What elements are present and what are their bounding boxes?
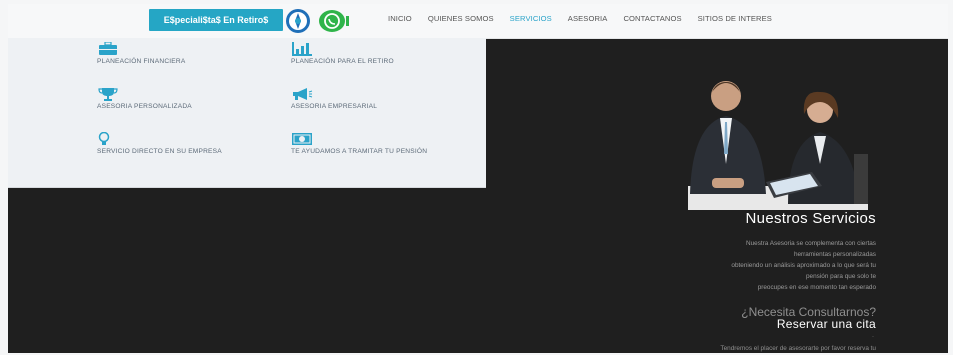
briefcase-icon xyxy=(99,42,117,55)
lightbulb-icon xyxy=(98,132,110,145)
menu-item-label: ASESORIA PERSONALIZADA xyxy=(97,103,192,110)
megaphone-icon xyxy=(293,88,313,100)
nav-quienes-somos[interactable]: QUIENES SOMOS xyxy=(428,4,494,38)
menu-item-label: SERVICIO DIRECTO EN SU EMPRESA xyxy=(97,148,222,155)
description-line: obteniendo un análisis aproximado a lo q… xyxy=(731,262,876,269)
trophy-icon xyxy=(98,88,118,101)
brand-button[interactable]: E$peciali$ta$ En Retiro$ xyxy=(149,9,283,31)
menu-item-label: PLANEACIÓN FINANCIERA xyxy=(97,58,186,65)
top-navbar: E$peciali$ta$ En Retiro$ INICIO QUIENES … xyxy=(8,4,948,39)
logo-icon[interactable] xyxy=(285,8,311,34)
description-line: herramientas personalizadas xyxy=(793,251,876,258)
services-dropdown: PLANEACIÓN FINANCIERA PLANEACIÓN PARA EL… xyxy=(8,38,486,188)
menu-item-label: PLANEACIÓN PARA EL RETIRO xyxy=(291,58,394,65)
money-icon xyxy=(292,133,312,145)
appointment-note: Tendremos el placer de asesorarte por fa… xyxy=(720,345,876,352)
section-description: Nuestra Asesoria se complementa con cier… xyxy=(656,238,876,293)
separator-dot: · xyxy=(872,334,874,340)
nav-servicios[interactable]: SERVICIOS xyxy=(510,4,552,38)
nav-sitios-de-interes[interactable]: SITIOS DE INTERES xyxy=(698,4,772,38)
page: E$peciali$ta$ En Retiro$ INICIO QUIENES … xyxy=(8,4,948,353)
nav-inicio[interactable]: INICIO xyxy=(388,4,412,38)
description-line: Nuestra Asesoria se complementa con cier… xyxy=(745,240,876,247)
menu-item-label: TE AYUDAMOS A TRAMITAR TU PENSIÓN xyxy=(291,148,428,155)
bar-chart-icon xyxy=(292,42,312,56)
nav-asesoria[interactable]: ASESORIA xyxy=(568,4,608,38)
nav-contactanos[interactable]: CONTACTANOS xyxy=(623,4,681,38)
main-nav: INICIO QUIENES SOMOS SERVICIOS ASESORIA … xyxy=(388,4,788,38)
description-line: pensión para que solo te xyxy=(806,273,876,280)
description-line: preocupes en ese momento tan esperado xyxy=(757,284,876,291)
whatsapp-icon[interactable] xyxy=(318,9,352,33)
menu-item-label: ASESORIA EMPRESARIAL xyxy=(291,103,378,110)
business-people-photo xyxy=(670,74,876,210)
section-title: Nuestros Servicios xyxy=(745,210,876,227)
book-appointment-link[interactable]: Reservar una cita xyxy=(777,317,876,331)
